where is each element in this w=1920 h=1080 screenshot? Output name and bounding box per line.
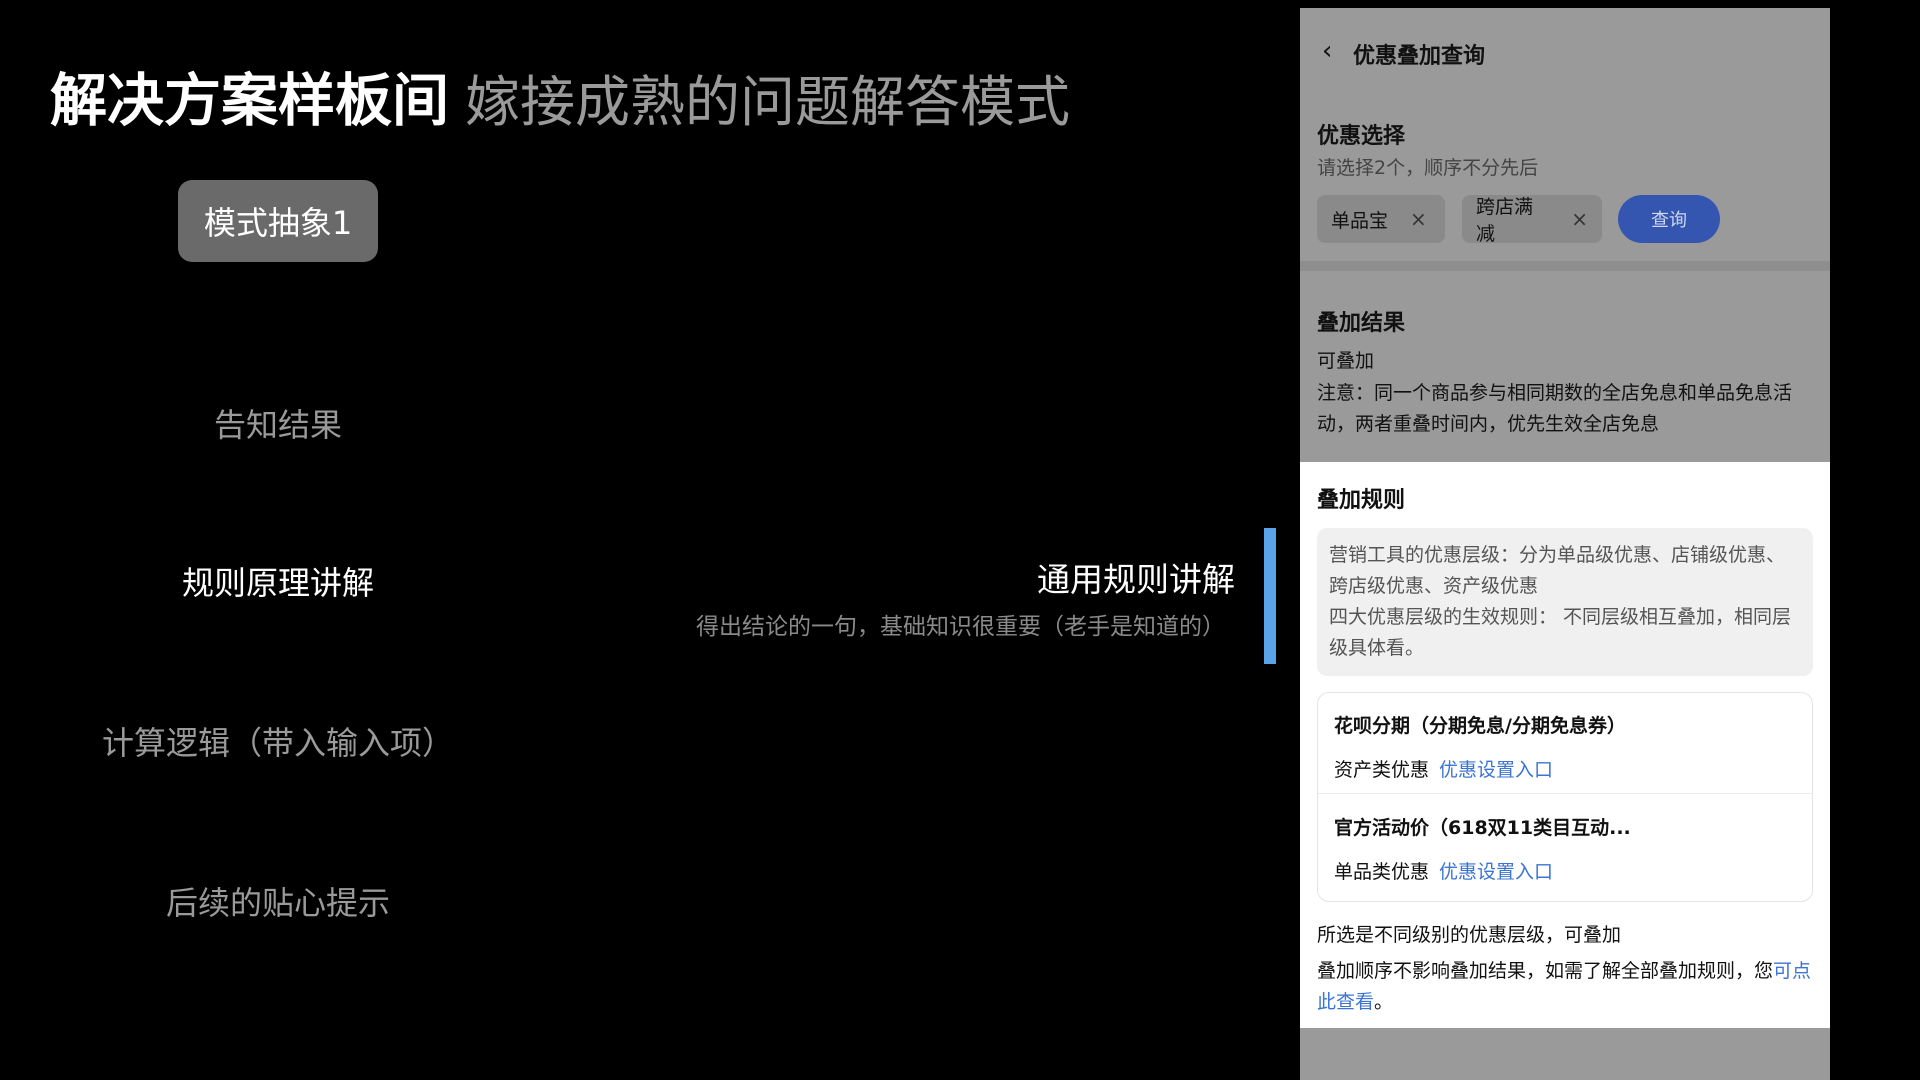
dimmed-overlay-bottom [1300, 1028, 1830, 1080]
close-icon[interactable]: × [1571, 207, 1588, 231]
chip-cross-store-discount[interactable]: 跨店满减 × [1462, 195, 1602, 245]
rules-line-levels: 营销工具的优惠层级：分为单品级优惠、店铺级优惠、跨店级优惠、资产级优惠 [1329, 544, 1786, 597]
chip-label: 单品宝 [1331, 209, 1389, 232]
rules-order-note: 叠加顺序不影响叠加结果，如需了解全部叠加规则，您可点此查看。 [1317, 960, 1812, 1013]
callout-title: 通用规则讲解 [1037, 560, 1235, 599]
pattern-abstract-button[interactable]: 模式抽象1 [178, 180, 378, 262]
promo-item-type: 单品类优惠 优惠设置入口 [1334, 861, 1554, 883]
promo-list-card: 花呗分期（分期免息/分期免息券） 资产类优惠 优惠设置入口 官方活动价（618双1… [1317, 692, 1813, 902]
query-button[interactable]: 查询 [1618, 195, 1720, 243]
slide-subtitle: 嫁接成熟的问题解答模式 [465, 70, 1071, 134]
selection-section-title: 优惠选择 [1317, 124, 1406, 149]
step-follow-up-tips: 后续的贴心提示 [165, 884, 390, 922]
result-status: 可叠加 [1317, 350, 1375, 372]
phone-mockup: ‹ 优惠叠加查询 优惠选择 请选择2个，顺序不分先后 单品宝 × 跨店满减 × … [1300, 8, 1830, 1080]
nav-title: 优惠叠加查询 [1353, 44, 1486, 69]
step-calculation-logic: 计算逻辑（带入输入项） [101, 724, 454, 762]
promo-item-type: 资产类优惠 优惠设置入口 [1334, 759, 1554, 781]
rules-line-effect: 四大优惠层级的生效规则： 不同层级相互叠加，相同层级具体看。 [1329, 606, 1792, 659]
promo-settings-link[interactable]: 优惠设置入口 [1439, 759, 1553, 781]
rules-summary: 所选是不同级别的优惠层级，可叠加 [1317, 924, 1622, 946]
close-icon[interactable]: × [1410, 207, 1427, 231]
chip-danpinbao[interactable]: 单品宝 × [1317, 195, 1445, 243]
result-section-title: 叠加结果 [1317, 311, 1406, 336]
promo-item-title: 官方活动价（618双11类目互动... [1334, 817, 1631, 839]
back-arrow-icon[interactable]: ‹ [1322, 36, 1332, 66]
step-rule-explanation: 规则原理讲解 [181, 564, 374, 602]
result-note: 注意：同一个商品参与相同期数的全店免息和单品免息活动，两者重叠时间内，优先生效全… [1317, 382, 1793, 435]
promo-settings-link[interactable]: 优惠设置入口 [1439, 861, 1553, 883]
selection-hint: 请选择2个，顺序不分先后 [1317, 157, 1539, 179]
callout-description: 得出结论的一句，基础知识很重要（老手是知道的） [696, 614, 1225, 640]
chip-label: 跨店满减 [1476, 196, 1534, 245]
callout-accent-bar [1264, 528, 1276, 664]
card-divider [1318, 793, 1812, 794]
section-separator [1300, 261, 1830, 271]
step-inform-result: 告知结果 [213, 406, 342, 444]
promo-item-title: 花呗分期（分期免息/分期免息券） [1334, 715, 1626, 737]
rules-description-box: 营销工具的优惠层级：分为单品级优惠、店铺级优惠、跨店级优惠、资产级优惠 四大优惠… [1317, 528, 1813, 676]
slide-title: 解决方案样板间 [50, 68, 449, 134]
rules-section-title: 叠加规则 [1317, 488, 1406, 513]
